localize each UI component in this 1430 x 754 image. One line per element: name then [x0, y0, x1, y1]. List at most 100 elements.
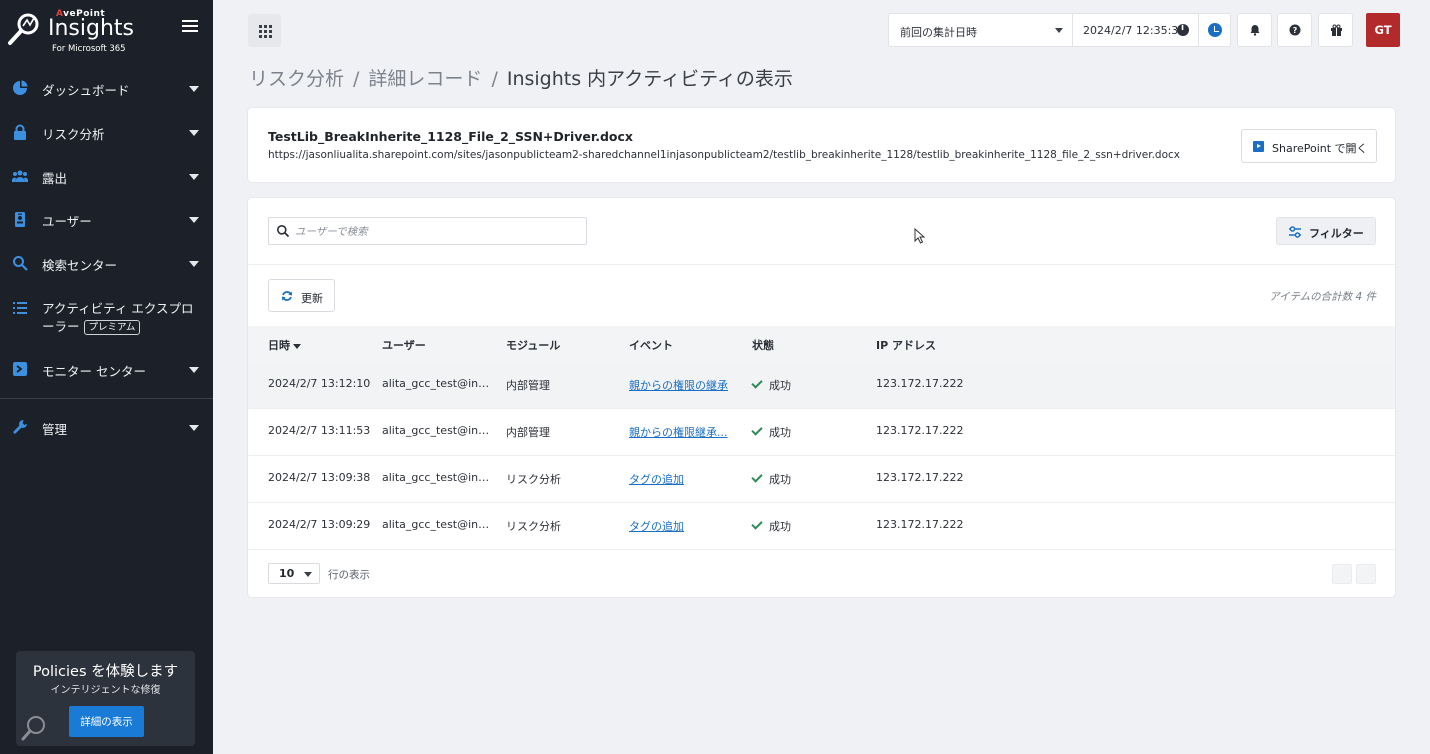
cell-event-link[interactable]: タグの追加 [629, 471, 684, 487]
app-launcher-button[interactable] [248, 14, 281, 47]
chevron-down-icon [189, 425, 199, 431]
user-avatar[interactable]: GT [1366, 13, 1400, 47]
refresh-button[interactable]: 更新 [268, 279, 335, 312]
aggregation-time-select[interactable]: 前回の集計日時 [889, 14, 1072, 46]
info-icon[interactable] [1177, 23, 1189, 36]
previous-page-button[interactable] [1332, 564, 1352, 584]
wrench-icon [13, 420, 27, 434]
gift-icon [1331, 24, 1342, 36]
table-row[interactable]: 2024/2/7 13:09:38 alita_gcc_test@ins... … [248, 456, 1395, 503]
cell-datetime: 2024/2/7 13:12:10 [268, 377, 371, 390]
refresh-icon [282, 291, 292, 301]
app-subtitle: For Microsoft 365 [52, 44, 126, 54]
chevron-down-icon [189, 174, 199, 180]
file-url: https://jasonliualita.sharepoint.com/sit… [268, 149, 1180, 161]
policies-promo: Policies を体験します インテリジェントな修復 詳細の表示 [16, 651, 195, 746]
next-page-button[interactable] [1356, 564, 1376, 584]
sidebar-item-activity-explorer[interactable]: アクティビティ エクスプロ ーラー プレミアム [0, 292, 213, 340]
sidebar-divider [0, 398, 213, 399]
gift-button[interactable] [1318, 13, 1353, 47]
user-search [268, 217, 587, 245]
search-icon [277, 225, 290, 238]
sidebar-item-label-line2-text: ーラー [42, 319, 80, 334]
sort-descending-icon [293, 343, 301, 349]
column-header-status: 状態 [752, 339, 774, 352]
breadcrumb: リスク分析 / 詳細レコード / Insights 内アクティビティの表示 [249, 64, 793, 91]
chevron-down-icon [189, 217, 199, 223]
rows-per-page-label: 行の表示 [328, 569, 370, 581]
cell-event-link[interactable]: 親からの権限の継承 [629, 377, 728, 393]
sidebar-item-label: 検索センター [42, 258, 118, 273]
table-row[interactable]: 2024/2/7 13:09:29 alita_gcc_test@ins... … [248, 503, 1395, 550]
cell-module: 内部管理 [506, 379, 550, 392]
sidebar-item-risk-analysis[interactable]: リスク分析 [0, 112, 213, 152]
premium-badge: プレミアム [83, 320, 141, 335]
table-row[interactable]: 2024/2/7 13:12:10 alita_gcc_test@ins... … [248, 362, 1395, 409]
promo-subtitle: インテリジェントな修復 [50, 685, 161, 696]
column-header-user: ユーザー [382, 339, 426, 352]
column-header-ip: IP アドレス [876, 339, 936, 352]
filter-label: フィルター [1309, 227, 1364, 240]
cell-user: alita_gcc_test@ins... [382, 424, 490, 437]
sidebar-item-exposure[interactable]: 露出 [0, 156, 213, 196]
divider [248, 264, 1395, 265]
cell-module: 内部管理 [506, 426, 550, 439]
svg-text:?: ? [1293, 26, 1298, 35]
sidebar-item-users[interactable]: ユーザー [0, 199, 213, 239]
sidebar-item-admin[interactable]: 管理 [0, 407, 213, 447]
promo-title: Policies を体験します [32, 664, 179, 680]
user-search-input[interactable] [295, 222, 580, 241]
column-header-module: モジュール [506, 339, 561, 352]
cell-status: 成功 [769, 520, 791, 533]
sidebar-item-dashboard[interactable]: ダッシュボード [0, 68, 213, 108]
page-size-select[interactable]: 10 [268, 563, 320, 584]
cell-event-link[interactable]: タグの追加 [629, 518, 684, 534]
chevron-down-icon [1055, 28, 1063, 33]
file-info-card: TestLib_BreakInherite_1128_File_2_SSN+Dr… [247, 107, 1396, 183]
cell-datetime: 2024/2/7 13:09:29 [268, 518, 371, 531]
sidebar-item-label: モニター センター [42, 364, 146, 379]
chevron-down-icon [189, 86, 199, 92]
total-items-count: アイテムの合計数 4 件 [1269, 291, 1376, 303]
activity-card: フィルター 更新 アイテムの合計数 4 件 日時 ユーザー モジュール イベント… [247, 197, 1396, 598]
app-logo[interactable]: AvePoint Insights For Microsoft 365 [6, 6, 206, 58]
policies-wrench-icon [21, 716, 45, 741]
check-icon [751, 518, 763, 530]
check-icon [751, 424, 763, 436]
search-icon [13, 256, 28, 271]
cell-event-link[interactable]: 親からの権限継承... [629, 424, 728, 440]
cell-datetime: 2024/2/7 13:09:38 [268, 471, 371, 484]
chevron-down-icon [304, 572, 312, 577]
open-in-sharepoint-label: SharePoint で開く [1272, 142, 1368, 155]
divider [1072, 14, 1073, 46]
sliders-icon [1289, 226, 1301, 238]
promo-details-button[interactable]: 詳細の表示 [69, 706, 144, 737]
cell-module: リスク分析 [506, 520, 561, 533]
column-header-event: イベント [629, 339, 673, 352]
chevron-down-icon [189, 130, 199, 136]
column-header-datetime[interactable]: 日時 [268, 337, 301, 353]
page-title: Insights 内アクティビティの表示 [506, 68, 793, 90]
cell-ip: 123.172.17.222 [876, 424, 964, 437]
table-row[interactable]: 2024/2/7 13:11:53 alita_gcc_test@ins... … [248, 409, 1395, 456]
lock-icon [14, 124, 26, 140]
cell-status: 成功 [769, 379, 791, 392]
breadcrumb-risk-analysis[interactable]: リスク分析 [249, 68, 344, 90]
pie-chart-icon [13, 80, 28, 95]
menu-toggle-button[interactable] [182, 20, 198, 36]
app-title: Insights [48, 16, 135, 41]
breadcrumb-separator: / [353, 68, 360, 90]
breadcrumb-detail-records[interactable]: 詳細レコード [368, 68, 482, 90]
help-button[interactable]: ? [1277, 13, 1312, 47]
sidebar-item-search-center[interactable]: 検索センター [0, 243, 213, 283]
sidebar-item-label: 管理 [42, 422, 68, 437]
cell-user: alita_gcc_test@ins... [382, 377, 490, 390]
open-in-sharepoint-button[interactable]: SharePoint で開く [1241, 129, 1377, 163]
divider [1198, 14, 1199, 46]
clock-icon[interactable] [1208, 23, 1222, 37]
notifications-button[interactable] [1237, 13, 1272, 47]
filter-button[interactable]: フィルター [1276, 217, 1376, 245]
cell-datetime: 2024/2/7 13:11:53 [268, 424, 371, 437]
cell-user: alita_gcc_test@ins... [382, 471, 490, 484]
sidebar-item-monitor-center[interactable]: モニター センター [0, 349, 213, 389]
